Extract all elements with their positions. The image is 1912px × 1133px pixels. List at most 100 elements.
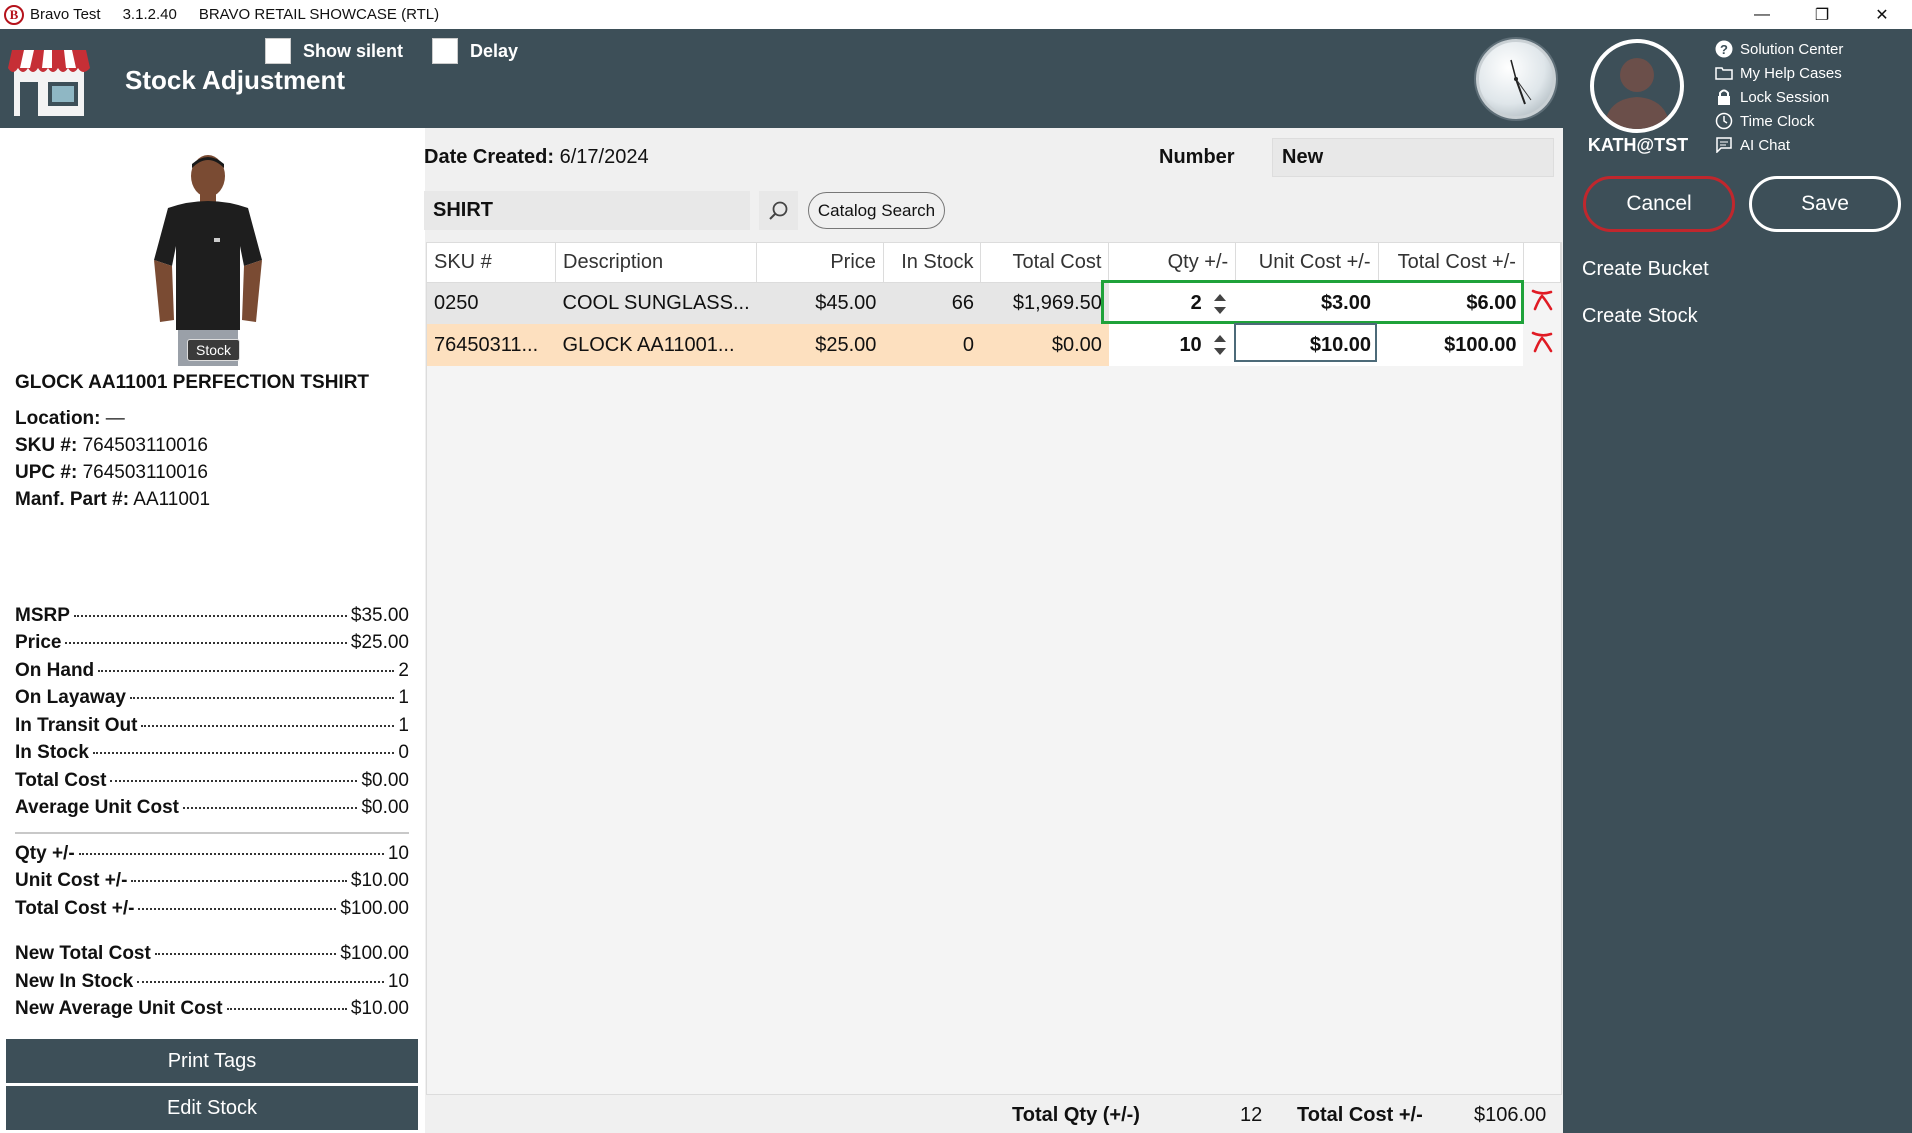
- qty-stepper[interactable]: 2: [1108, 282, 1236, 324]
- spinner-arrows-icon[interactable]: [1213, 291, 1227, 317]
- column-header-unit-cost-adj[interactable]: Unit Cost +/-: [1235, 243, 1379, 283]
- stat-new-average-unit-cost: New Average Unit Cost $10.00: [15, 998, 409, 1020]
- analog-clock-icon: [1476, 39, 1556, 119]
- total-cost-label: Total Cost +/-: [1297, 1104, 1423, 1126]
- qty-value: 10: [1179, 333, 1202, 356]
- table-row[interactable]: 0250 COOL SUNGLASS... $45.00 66 $1,969.5…: [427, 282, 1561, 324]
- stat-label: On Hand: [15, 660, 95, 681]
- cell-in-stock: 0: [883, 324, 981, 366]
- column-header-description[interactable]: Description: [555, 243, 758, 283]
- column-header-qty-adj[interactable]: Qty +/-: [1108, 243, 1237, 283]
- close-button[interactable]: ✕: [1852, 0, 1912, 29]
- stat-on-hand: On Hand 2: [15, 660, 409, 682]
- time-clock-label: Time Clock: [1740, 112, 1815, 130]
- column-header-in-stock[interactable]: In Stock: [883, 243, 982, 283]
- help-links: ? Solution Center My Help Cases Lock Ses…: [1714, 37, 1843, 157]
- user-avatar[interactable]: [1590, 39, 1684, 133]
- stat-average-unit-cost: Average Unit Cost $0.00: [15, 797, 409, 819]
- stat-value: 1: [398, 715, 409, 736]
- stat-value: $100.00: [340, 943, 409, 964]
- search-button[interactable]: [759, 191, 798, 230]
- stat-label: In Stock: [15, 742, 89, 763]
- clock-icon: [1714, 111, 1734, 131]
- table-row[interactable]: 76450311... GLOCK AA11001... $25.00 0 $0…: [427, 324, 1561, 366]
- number-field[interactable]: New: [1272, 138, 1554, 177]
- question-icon: ?: [1714, 39, 1734, 59]
- product-image: [140, 150, 280, 366]
- stat-value: $10.00: [350, 998, 409, 1019]
- date-created-value: 6/17/2024: [559, 146, 649, 168]
- product-name: GLOCK AA11001 PERFECTION TSHIRT: [15, 372, 370, 393]
- stat-label: In Transit Out: [15, 715, 138, 736]
- save-button[interactable]: Save: [1749, 176, 1901, 232]
- lock-session-label: Lock Session: [1740, 88, 1830, 106]
- show-silent-checkbox[interactable]: Show silent: [265, 38, 403, 64]
- stat-value: $25.00: [350, 632, 409, 653]
- total-cost-adj-input[interactable]: $100.00: [1378, 324, 1524, 366]
- stat-value: $10.00: [350, 870, 409, 891]
- unit-cost-input[interactable]: $3.00: [1235, 282, 1378, 324]
- stock-badge: Stock: [187, 339, 241, 361]
- app-name: Bravo Test: [30, 6, 101, 23]
- total-qty-label: Total Qty (+/-): [1012, 1104, 1140, 1126]
- minimize-button[interactable]: —: [1732, 0, 1792, 29]
- stat-on-layaway: On Layaway 1: [15, 687, 409, 709]
- cancel-button[interactable]: Cancel: [1583, 176, 1735, 232]
- edit-stock-button[interactable]: Edit Stock: [6, 1086, 418, 1130]
- stat-value: 2: [398, 660, 409, 681]
- show-silent-box[interactable]: [265, 38, 291, 64]
- qty-stepper[interactable]: 10: [1108, 324, 1236, 366]
- stat-msrp: MSRP $35.00: [15, 605, 409, 627]
- stat-label: On Layaway: [15, 687, 126, 708]
- total-cost-value: $106.00: [1474, 1104, 1547, 1126]
- print-tags-button[interactable]: Print Tags: [6, 1039, 418, 1083]
- spinner-arrows-icon[interactable]: [1213, 332, 1227, 358]
- solution-center-link[interactable]: ? Solution Center: [1714, 37, 1843, 61]
- delay-label: Delay: [470, 40, 519, 61]
- sku-value: 764503110016: [82, 435, 208, 456]
- create-stock-link[interactable]: Create Stock: [1582, 305, 1698, 328]
- unit-cost-input[interactable]: $10.00: [1235, 324, 1378, 366]
- ai-chat-label: AI Chat: [1740, 136, 1791, 154]
- create-bucket-link[interactable]: Create Bucket: [1582, 258, 1709, 281]
- lock-session-link[interactable]: Lock Session: [1714, 85, 1843, 109]
- column-header-price[interactable]: Price: [756, 243, 884, 283]
- catalog-search-button[interactable]: Catalog Search: [808, 192, 945, 229]
- stat-new-in-stock: New In Stock 10: [15, 971, 409, 993]
- sku-label: SKU #:: [15, 435, 78, 456]
- stat-value: 10: [387, 843, 409, 864]
- delete-row-button[interactable]: [1523, 282, 1560, 324]
- cell-description: COOL SUNGLASS...: [555, 282, 757, 324]
- location-label: Location:: [15, 408, 101, 429]
- stat-label: Unit Cost +/-: [15, 870, 128, 891]
- cell-total-cost: $1,969.50: [980, 282, 1109, 324]
- delay-checkbox[interactable]: Delay: [432, 38, 518, 64]
- stat-label: Average Unit Cost: [15, 797, 179, 818]
- solution-center-label: Solution Center: [1740, 40, 1844, 58]
- lock-icon: [1714, 87, 1734, 107]
- restore-button[interactable]: ❐: [1792, 0, 1852, 29]
- window-titlebar: B Bravo Test 3.1.2.40 BRAVO RETAIL SHOWC…: [0, 0, 1912, 29]
- column-header-total-cost[interactable]: Total Cost: [980, 243, 1110, 283]
- ai-chat-link[interactable]: AI Chat: [1714, 133, 1843, 157]
- time-clock-link[interactable]: Time Clock: [1714, 109, 1843, 133]
- manf-part-value: AA11001: [133, 489, 211, 510]
- stat-label: MSRP: [15, 605, 70, 626]
- show-silent-label: Show silent: [303, 40, 404, 61]
- delay-box[interactable]: [432, 38, 458, 64]
- location-value: —: [105, 408, 125, 429]
- total-cost-adj-input[interactable]: $6.00: [1378, 282, 1524, 324]
- chat-icon: [1714, 135, 1734, 155]
- item-search-input[interactable]: SHIRT: [424, 191, 750, 230]
- column-header-sku[interactable]: SKU #: [427, 243, 557, 283]
- stat-value: $0.00: [361, 797, 409, 818]
- my-help-cases-link[interactable]: My Help Cases: [1714, 61, 1843, 85]
- manf-part-label: Manf. Part #:: [15, 489, 130, 510]
- stat-label: New Average Unit Cost: [15, 998, 223, 1019]
- stat-total-cost-adj: Total Cost +/- $100.00: [15, 898, 409, 920]
- upc-value: 764503110016: [82, 462, 208, 483]
- column-header-total-cost-adj[interactable]: Total Cost +/-: [1378, 243, 1524, 283]
- stat-new-total-cost: New Total Cost $100.00: [15, 943, 409, 965]
- search-icon: [768, 201, 787, 220]
- delete-row-button[interactable]: [1523, 324, 1560, 366]
